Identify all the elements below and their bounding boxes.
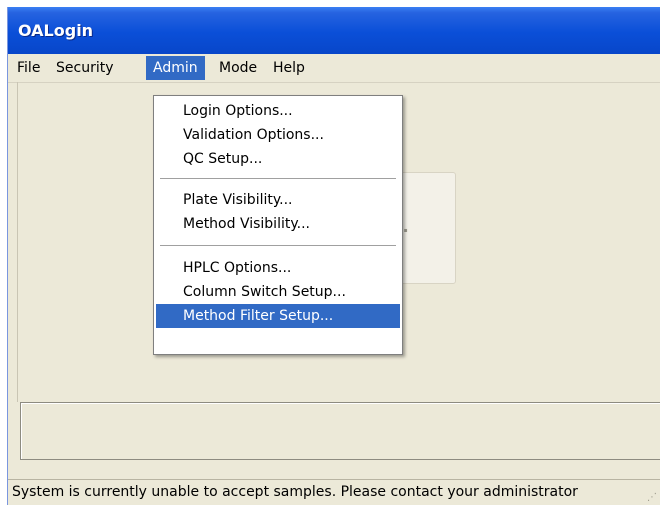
menu-item-method-visibility[interactable]: Method Visibility...	[156, 212, 400, 236]
message-panel	[20, 402, 660, 460]
window-title: OALogin	[18, 21, 94, 40]
menu-item-plate-visibility[interactable]: Plate Visibility...	[156, 188, 400, 212]
menu-help[interactable]: Help	[266, 56, 312, 80]
menu-item-validation-options[interactable]: Validation Options...	[156, 123, 400, 147]
app-window: OALogin File Security Admin Mode Help s.…	[7, 7, 660, 505]
menu-separator	[160, 178, 396, 179]
menu-item-qc-setup[interactable]: QC Setup...	[156, 147, 400, 171]
menu-mode[interactable]: Mode	[212, 56, 264, 80]
menu-item-hplc-options[interactable]: HPLC Options...	[156, 256, 400, 280]
menu-item-method-filter-setup[interactable]: Method Filter Setup...	[156, 304, 400, 328]
status-bar: System is currently unable to accept sam…	[8, 479, 660, 505]
status-message: System is currently unable to accept sam…	[12, 484, 578, 500]
admin-dropdown-menu: Login Options... Validation Options... Q…	[153, 95, 403, 355]
panel-divider	[17, 82, 18, 402]
menu-file[interactable]: File	[10, 56, 47, 80]
menu-separator	[160, 245, 396, 246]
menu-bar: File Security Admin Mode Help	[8, 54, 660, 83]
menu-security[interactable]: Security	[49, 56, 121, 80]
menu-item-column-switch-setup[interactable]: Column Switch Setup...	[156, 280, 400, 304]
menu-item-login-options[interactable]: Login Options...	[156, 99, 400, 123]
resize-grip-icon[interactable]: ⋰	[647, 492, 657, 503]
menu-admin[interactable]: Admin	[146, 56, 205, 80]
title-bar[interactable]: OALogin	[8, 7, 660, 54]
